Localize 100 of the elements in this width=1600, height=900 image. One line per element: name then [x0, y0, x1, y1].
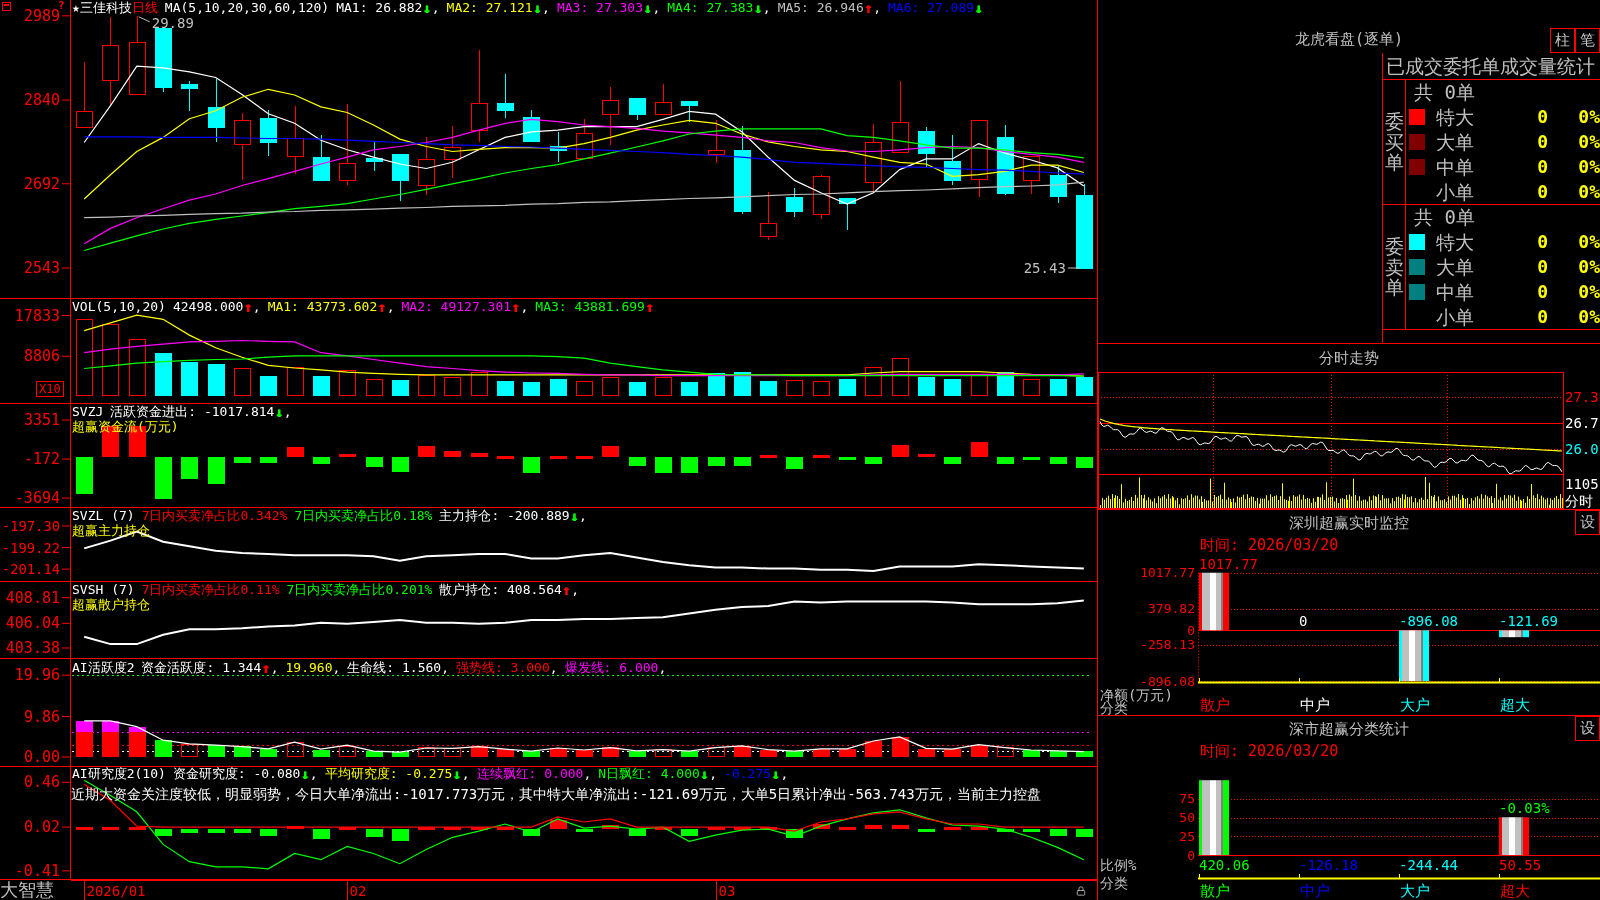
separator: ,: [309, 767, 318, 781]
trend-arrow: ↓: [274, 405, 284, 419]
candlestick: [760, 191, 777, 241]
indicator-label: MA5: 26.946: [777, 1, 864, 15]
separator: ,: [583, 767, 592, 781]
bar-value-label: 0: [1299, 613, 1308, 630]
y-tick-label: 0: [1187, 622, 1195, 638]
candlestick: [1023, 156, 1040, 195]
y-tick-label: -199.22: [1, 539, 60, 556]
window-menu-icon[interactable]: [2, 2, 11, 11]
indicator-label: 强势线: 3.000: [455, 661, 550, 675]
category-label: 大户: [1400, 696, 1430, 714]
order-count: 0: [1536, 180, 1548, 203]
trend-arrow: ↑: [511, 300, 521, 314]
separator: ,: [652, 1, 661, 15]
y-tick-label: 1017.77: [1140, 565, 1195, 581]
candlestick: [208, 78, 225, 143]
separator: ,: [549, 661, 558, 675]
price-scale-label: 27.3: [1565, 389, 1599, 405]
y-tick-label: 9.86: [23, 707, 60, 726]
indicator-label: 资金活跃度: 1.344: [141, 661, 262, 675]
view-mode-button[interactable]: 笔: [1575, 28, 1600, 53]
order-count: 0: [1536, 230, 1548, 253]
separator: ,: [252, 300, 261, 314]
y-tick-label: 0.46: [23, 773, 60, 792]
settings-button[interactable]: 设: [1575, 510, 1600, 535]
y-tick-label: 406.04: [5, 614, 60, 633]
candlestick: [366, 142, 383, 172]
row-label: 特大: [1436, 105, 1475, 128]
category-label: 散户: [1200, 696, 1230, 714]
indicator-label: 连续飘红: 0.000: [476, 767, 584, 781]
indicator-label: MA2: 27.121: [446, 1, 533, 15]
section-title: 深圳超赢实时监控: [1289, 512, 1409, 533]
indicator-label: 平均研究度: -0.275: [324, 767, 453, 781]
candlestick: [813, 174, 830, 220]
order-percent: 0%: [1578, 105, 1600, 128]
candlestick: [392, 154, 409, 202]
candlestick: [444, 125, 461, 179]
separator: ,: [332, 661, 341, 675]
category-amount: -126.18: [1299, 857, 1358, 873]
row-label: 大单: [1436, 255, 1475, 278]
trend-arrow: ↓: [974, 1, 984, 15]
category-amount: -244.44: [1399, 857, 1458, 873]
y-tick-label: 2840: [23, 91, 60, 110]
candlestick: [944, 134, 961, 186]
candlestick: [629, 98, 646, 121]
candlestick: [260, 109, 277, 156]
date-label: 2026/01: [86, 883, 146, 899]
order-percent: 0%: [1578, 280, 1600, 303]
order-count: 0: [1536, 130, 1548, 153]
trend-arrow: ↑: [243, 300, 253, 314]
candlestick: [234, 112, 251, 181]
price-scale-label: 26.0: [1565, 441, 1599, 457]
indicator-label: AI研究度2(10): [72, 767, 166, 781]
y-tick-label: 403.38: [5, 639, 60, 657]
y-tick-label: -197.30: [1, 517, 60, 534]
trend-arrow: ↓: [771, 767, 781, 781]
indicator-label: AI活跃度2: [72, 661, 135, 675]
order-count: 0: [1536, 105, 1548, 128]
group-label: 委买单: [1384, 110, 1404, 174]
group-total: 共 0单: [1414, 206, 1475, 228]
order-percent: 0%: [1578, 180, 1600, 203]
table-title: 已成交委托单成交量统计: [1386, 54, 1595, 78]
indicator-label: 资金研究度: -0.080: [172, 767, 301, 781]
indicator-label: 7日内买卖净占比0.18%: [294, 509, 433, 523]
trend-arrow: ↑: [863, 1, 874, 15]
separator: ,: [780, 767, 789, 781]
separator: ,: [571, 583, 580, 597]
order-percent: 0%: [1578, 305, 1600, 328]
candlestick: [576, 118, 593, 159]
lock-icon: [1076, 885, 1086, 896]
category-label: 超大: [1500, 882, 1530, 900]
trend-arrow: ↓: [699, 767, 710, 781]
settings-button[interactable]: 设: [1575, 716, 1600, 741]
trend-arrow: ↓: [300, 767, 310, 781]
candlestick: [786, 187, 803, 218]
order-count: 0: [1536, 155, 1548, 178]
low-price-label: 25.43: [1023, 260, 1066, 277]
view-mode-button[interactable]: 柱: [1550, 28, 1575, 53]
panel-title: 龙虎看盘(逐单): [1294, 29, 1404, 49]
indicator-label: N日飘红: 4.000: [598, 767, 700, 781]
order-percent: 0%: [1578, 155, 1600, 178]
timestamp: 时间: 2026/03/20: [1200, 536, 1339, 554]
indicator-label: SVZL (7): [72, 509, 135, 523]
high-price-label: 29.89: [151, 14, 194, 31]
y-tick-label: 2543: [23, 259, 60, 278]
leader-line: [138, 16, 151, 23]
y-tick-label: -258.13: [1140, 637, 1195, 653]
category-label: 大户: [1400, 882, 1430, 900]
brand-name: 大智慧: [0, 880, 54, 900]
row-label: 小单: [1436, 180, 1475, 203]
unit-badge: X10: [36, 381, 64, 397]
help-button[interactable]: ?: [58, 0, 65, 11]
candlestick: [865, 123, 882, 194]
indicator-label: -0.275: [724, 767, 772, 781]
trend-arrow: ↓: [569, 509, 580, 523]
trend-arrow: ↑: [377, 300, 387, 314]
change-annotation: -0.03%: [1499, 800, 1550, 817]
candlestick: [997, 124, 1014, 196]
trend-arrow: ↓: [643, 1, 653, 15]
